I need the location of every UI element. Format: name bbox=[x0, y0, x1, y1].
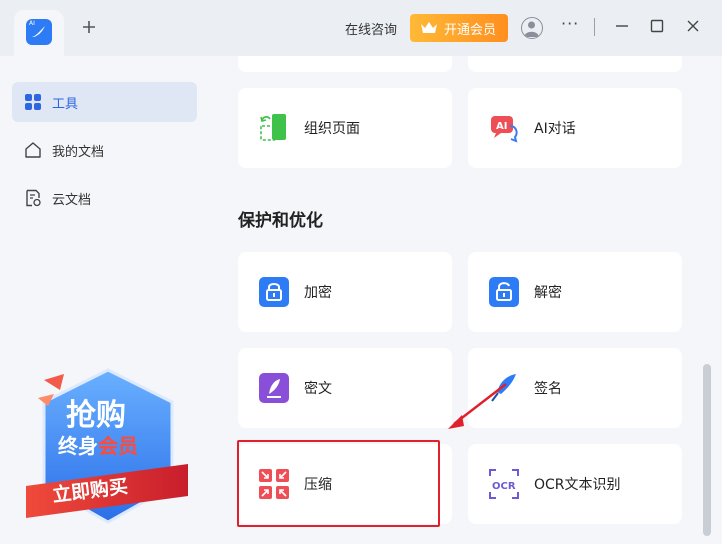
main-panel: 组织页面 AI AI对话 保护和优化 加密 解密 密文 签名 压缩 OCR OC… bbox=[205, 56, 722, 544]
card-label: 签名 bbox=[534, 381, 562, 397]
annotation-arrow bbox=[448, 383, 507, 429]
svg-text:OCR: OCR bbox=[492, 481, 516, 492]
ai-chat-icon: AI bbox=[488, 112, 520, 144]
new-tab-button[interactable] bbox=[78, 16, 100, 38]
tool-card-encrypt[interactable]: 加密 bbox=[238, 252, 452, 332]
sidebar-item-label: 我的文档 bbox=[52, 144, 105, 160]
tool-card-partial[interactable] bbox=[238, 56, 452, 72]
scrollbar-thumb[interactable] bbox=[703, 364, 711, 536]
unlock-icon bbox=[488, 276, 520, 308]
organize-pages-icon bbox=[258, 112, 290, 144]
vip-button[interactable]: 开通会员 bbox=[410, 14, 508, 42]
card-label: 密文 bbox=[304, 381, 332, 397]
title-bar: AI 在线咨询 开通会员 ··· bbox=[0, 0, 722, 56]
promo-line1: 抢购 bbox=[66, 398, 126, 433]
grid-icon bbox=[24, 93, 42, 111]
app-logo-icon: AI bbox=[26, 19, 52, 45]
tool-card-ocr[interactable]: OCR OCR文本识别 bbox=[468, 444, 682, 524]
crown-icon bbox=[421, 22, 437, 33]
promo-banner[interactable]: 抢购 终身会员 立即购买 bbox=[24, 368, 192, 528]
card-label: OCR文本识别 bbox=[534, 477, 621, 493]
tool-card-ciphertext[interactable]: 密文 bbox=[238, 348, 452, 428]
sidebar-item-label: 云文档 bbox=[52, 192, 92, 208]
divider bbox=[594, 18, 595, 36]
ocr-icon: OCR bbox=[488, 468, 520, 500]
card-label: 组织页面 bbox=[304, 121, 360, 137]
minimize-icon[interactable] bbox=[614, 18, 630, 34]
annotation-highlight-box bbox=[237, 440, 440, 527]
online-consult-link[interactable]: 在线咨询 bbox=[345, 19, 397, 38]
vip-label: 开通会员 bbox=[444, 22, 497, 38]
section-title: 保护和优化 bbox=[238, 211, 323, 231]
card-label: AI对话 bbox=[534, 121, 576, 137]
app-tab[interactable]: AI bbox=[14, 10, 64, 56]
promo-line2: 终身会员 bbox=[58, 430, 138, 459]
tool-card-organize-pages[interactable]: 组织页面 bbox=[238, 88, 452, 168]
sidebar-item-cloud-docs[interactable]: 云文档 bbox=[12, 178, 197, 218]
more-menu-icon[interactable]: ··· bbox=[561, 14, 579, 33]
sidebar-item-label: 工具 bbox=[52, 96, 79, 112]
promo-line2-red: 会员 bbox=[98, 434, 138, 458]
user-avatar-icon[interactable] bbox=[521, 17, 543, 39]
svg-text:AI: AI bbox=[496, 121, 507, 132]
tool-card-partial[interactable] bbox=[468, 56, 682, 72]
maximize-icon[interactable] bbox=[649, 18, 665, 34]
close-icon[interactable] bbox=[685, 18, 701, 34]
tool-card-ai-chat[interactable]: AI AI对话 bbox=[468, 88, 682, 168]
card-label: 加密 bbox=[304, 285, 332, 301]
promo-line2-white: 终身 bbox=[58, 434, 98, 458]
quill-doc-icon bbox=[258, 372, 290, 404]
tool-card-decrypt[interactable]: 解密 bbox=[468, 252, 682, 332]
card-label: 解密 bbox=[534, 285, 562, 301]
sidebar-item-tools[interactable]: 工具 bbox=[12, 82, 197, 122]
sidebar-item-my-documents[interactable]: 我的文档 bbox=[12, 130, 197, 170]
home-icon bbox=[24, 141, 42, 159]
sidebar: 工具 我的文档 云文档 抢购 终身会员 立即购买 bbox=[0, 56, 205, 544]
cloud-doc-icon bbox=[24, 189, 42, 207]
lock-icon bbox=[258, 276, 290, 308]
